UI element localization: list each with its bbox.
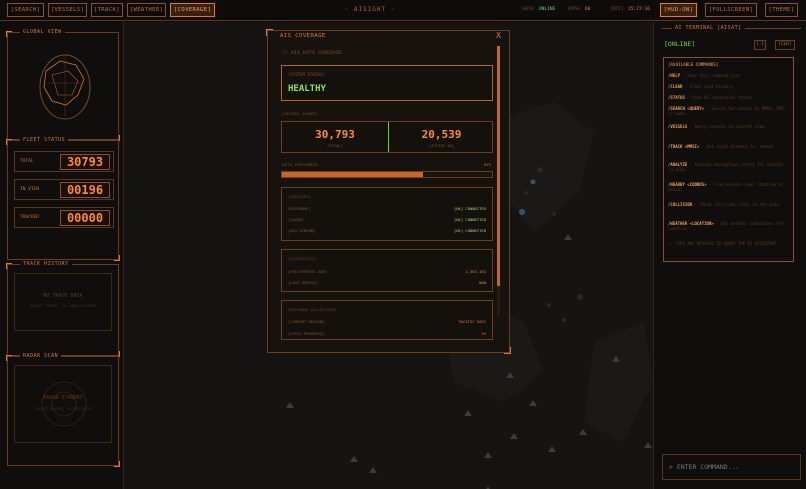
top-bar: [SEARCH] [VESSELS] [TRACK] [WEATHER] [CO… [0,0,806,21]
modal-title: AIS COVERAGE [280,33,326,39]
modal-close-button[interactable]: X [496,31,501,40]
statistics-box: [STATISTICS] [POS REPORTS 24H] 1,563,183 … [281,249,493,292]
terminal-title: AI TERMINAL [AISAT] [672,25,745,31]
command-analyze: /ANALYZE - Analyze navigation safety for… [668,162,784,173]
total-vessels-label: [TOTAL] [326,143,343,148]
service-row-database: [DATABASE] [OK] CONNECTED [288,206,486,211]
fleet-total-label: TOTAL [20,159,34,164]
fleet-status-title: FLEET STATUS [20,137,69,143]
commands-box: [AVAILABLE COMMANDS] /HELP - Show this c… [663,57,794,262]
coverage-modal: AIS COVERAGE X // AIS DATA COVERAGE [SYS… [266,29,511,354]
track-history-area: NO TRACK DATA SELECT VESSEL TO VIEW HIST… [14,273,112,331]
system-status-box: [SYSTEM STATUS] HEALTHY [281,65,493,101]
command-clear: /CLEAR - Clear chat history [668,84,734,89]
ais-status: [AIS] ONLINE [521,7,556,12]
service-row-cache: [CACHE] [OK] CONNECTED [288,217,486,222]
command-help: /HELP - Show this command list [668,73,741,78]
fleet-total-row: TOTAL 30793 [14,151,114,172]
fullscreen-button[interactable]: [FULLSCREEN] [705,3,757,17]
globe-icon[interactable] [38,51,92,123]
command-vessels: /VESSELS - Query vessels in current view [668,124,765,129]
command-weather: /WEATHER <LOCATION> - Get weather condit… [668,221,784,232]
regional-heading: [REGIONAL COLLECTION] [288,307,337,312]
command-track: /TRACK <MMSI> - Get track history for ve… [668,144,774,149]
active-vessels-label: [ACTIVE 1H] [428,143,455,148]
radar-scan-area: RADAR STANDBY SELECT VESSEL TO ACTIVATE [14,365,112,443]
freshness-bar-fill [282,172,423,177]
freshness-percent: 67% [484,162,491,167]
fleet-in-view-value: 00196 [60,182,110,198]
app-brand: ◦ AISIGHT ◦ [344,6,396,13]
fleet-in-view-row: IN VIEW 00196 [14,179,114,200]
freshness-bar [281,171,493,178]
track-history-empty: NO TRACK DATA [43,293,83,299]
regional-row-current: [CURRENT REGION] PACIFIC EAST [288,319,486,324]
global-view-title: GLOBAL VIEW [20,29,65,35]
modal-scrollbar[interactable] [497,46,500,316]
terminal-clear-button[interactable]: [CLR] [775,40,795,50]
theme-button[interactable]: [THEME] [765,3,798,17]
fleet-total-value: 30793 [60,154,110,170]
fleet-tracked-label: TRACKED [20,215,39,220]
commands-title: [AVAILABLE COMMANDS] [668,62,719,67]
freshness-label: DATA FRESHNESS [282,162,319,167]
radar-scan-hint: SELECT VESSEL TO ACTIVATE [34,406,92,411]
regional-box: [REGIONAL COLLECTION] [CURRENT REGION] PA… [281,300,493,340]
nav-vessels-button[interactable]: [VESSELS] [48,3,87,17]
track-history-hint: SELECT VESSEL TO VIEW HISTORY [29,303,97,308]
modal-subtitle: // AIS DATA COVERAGE [282,51,343,56]
hud-toggle-button[interactable]: [HUD:ON] [660,3,697,17]
fleet-tracked-value: 00000 [60,210,110,226]
fleet-status-card: FLEET STATUS TOTAL 30793 IN VIEW 00196 T… [6,137,120,261]
modal-scroll-thumb[interactable] [497,46,500,286]
terminal-command-input[interactable] [662,454,801,480]
command-status: /STATUS - Show AI connection status [668,95,753,100]
radar-scan-title: RADAR SCAN [20,353,62,359]
nav-track-button[interactable]: [TRACK] [91,3,123,17]
command-search: /SEARCH <QUERY> - Search for vessel by M… [668,106,787,117]
fleet-tracked-row: TRACKED 00000 [14,207,114,228]
nav-search-button[interactable]: [SEARCH] [7,3,44,17]
track-history-card: TRACK HISTORY NO TRACK DATA SELECT VESSE… [6,261,120,357]
track-history-title: TRACK HISTORY [20,261,72,267]
fleet-in-view-label: IN VIEW [20,187,39,192]
system-status-label: [SYSTEM STATUS] [288,72,325,77]
nav-coverage-button[interactable]: [COVERAGE] [170,3,215,17]
terminal-minimize-button[interactable]: [-] [754,40,766,50]
vessel-count-label: [VESSEL COUNT] [282,111,319,116]
command-nearby: /NEARBY <COORDS> - Find vessels near loc… [668,182,784,193]
global-view-card: GLOBAL VIEW [6,29,120,141]
left-panel: GLOBAL VIEW FLEET STATUS TOTAL 30793 IN … [0,22,124,489]
regional-row-cycle: [CYCLE PROGRESS] 5% [288,331,486,336]
service-row-ais-stream: [AIS STREAM] [OK] CONNECTED [288,228,486,233]
vessel-count-box: 30,793 [TOTAL] 20,539 [ACTIVE 1H] [281,121,493,153]
radar-scan-empty: RADAR STANDBY [43,395,83,401]
system-status-value: HEALTHY [288,84,326,94]
active-vessels-value: 20,539 [421,128,462,141]
stat-row-last-update: [LAST UPDATE] NOW [288,280,486,285]
statistics-heading: [STATISTICS] [288,256,316,261]
command-collision: /COLLISION - Check collision risks in th… [668,202,779,207]
radar-scan-card: RADAR SCAN RADAR STANDBY SELECT VESSEL T… [6,353,120,467]
nav-weather-button[interactable]: [WEATHER] [127,3,166,17]
commands-footer: // TYPE ANY MESSAGE TO QUERY THE AI ASSI… [668,241,777,246]
ai-terminal-panel: AI TERMINAL [AISAT] [ONLINE] [-] [CLR] [… [653,22,806,489]
total-vessels-value: 30,793 [315,128,355,141]
services-box: [SERVICES] [DATABASE] [OK] CONNECTED [CAC… [281,187,493,241]
fps-status: [FPS] 60 [567,7,591,12]
stat-row-pos-reports: [POS REPORTS 24H] 1,563,183 [288,269,486,274]
radar-icon [41,381,87,427]
utc-clock: [UTC] 15:27:16 [610,7,650,12]
services-heading: [SERVICES] [288,194,311,199]
